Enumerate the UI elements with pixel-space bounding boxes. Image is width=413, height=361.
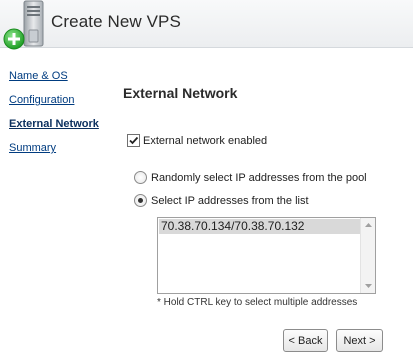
wizard-header: Create New VPS [0,0,413,50]
scroll-up-icon[interactable] [361,218,375,232]
ip-address-listbox[interactable]: 70.38.70.134/70.38.70.132 [157,217,376,294]
server-add-icon [2,0,48,50]
nav-step-external-network[interactable]: External Network [9,118,99,130]
create-vps-wizard: Create New VPS Name & OS Configuration E… [0,0,413,361]
list-ip-label: Select IP addresses from the list [151,194,309,207]
random-ip-label: Randomly select IP addresses from the po… [151,171,367,184]
back-button[interactable]: < Back [283,329,328,352]
nav-step-summary[interactable]: Summary [9,142,56,154]
nav-step-name-os[interactable]: Name & OS [9,70,68,82]
external-network-enabled-checkbox[interactable] [127,134,140,147]
next-button[interactable]: Next > [336,329,383,352]
list-ip-radio[interactable] [134,194,147,207]
external-network-enabled-row: External network enabled [127,134,267,147]
ip-list-item[interactable]: 70.38.70.134/70.38.70.132 [159,219,361,234]
random-ip-option: Randomly select IP addresses from the po… [134,171,367,184]
list-ip-option: Select IP addresses from the list [134,194,309,207]
external-network-enabled-label: External network enabled [143,134,268,147]
listbox-scrollbar[interactable] [360,218,375,293]
scroll-down-icon[interactable] [361,279,375,293]
wizard-title: Create New VPS [51,12,181,31]
section-title: External Network [123,85,238,101]
nav-step-configuration[interactable]: Configuration [9,94,74,106]
checkmark-icon [129,136,139,145]
multi-select-hint: * Hold CTRL key to select multiple addre… [157,297,358,308]
random-ip-radio[interactable] [134,171,147,184]
